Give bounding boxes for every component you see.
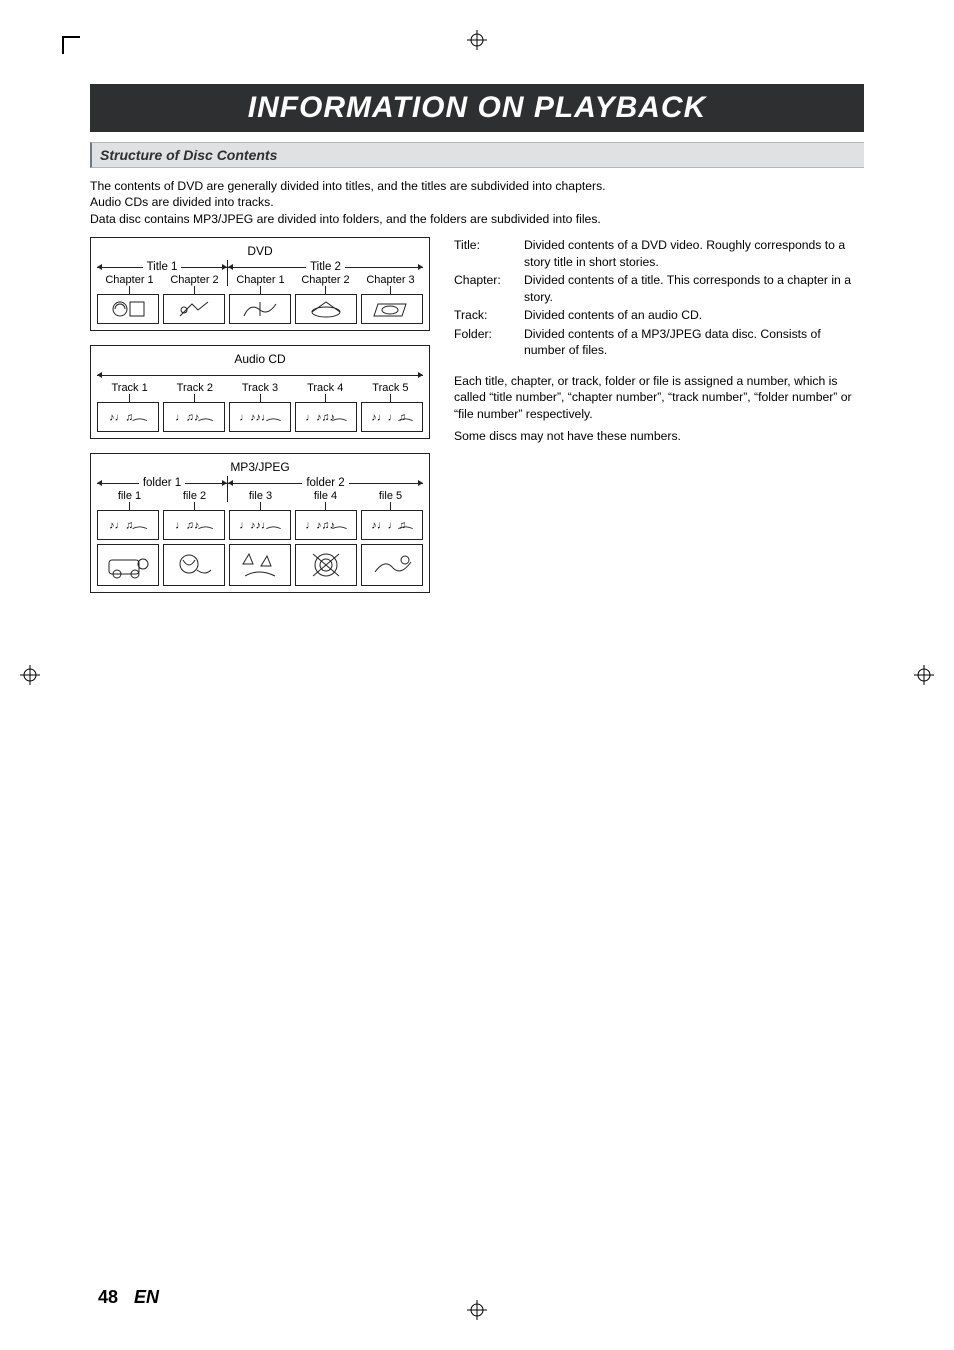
file-label: file 2 xyxy=(162,490,227,502)
track-label: Track 2 xyxy=(162,382,227,394)
illustration-icon xyxy=(97,294,159,324)
illustration-icon xyxy=(163,544,225,586)
music-notes-icon: ♪♩♩♫ xyxy=(361,510,423,540)
section-heading: Structure of Disc Contents xyxy=(90,142,864,168)
intro-line: The contents of DVD are generally divide… xyxy=(90,178,864,194)
music-notes-icon: ♩♫♪ xyxy=(163,510,225,540)
note-paragraph: Each title, chapter, or track, folder or… xyxy=(454,373,864,422)
svg-text:♩♪♫♪: ♩♪♫♪ xyxy=(305,520,335,532)
svg-text:♪♩♫: ♪♩♫ xyxy=(109,412,133,424)
definition-label: Title: xyxy=(454,237,524,270)
definitions-table: Title: Divided contents of a DVD video. … xyxy=(454,237,864,358)
folder-group-label: folder 1 xyxy=(139,477,185,489)
svg-text:♩♫♪: ♩♫♪ xyxy=(175,412,199,424)
file-label: file 4 xyxy=(293,490,358,502)
illustration-icon xyxy=(163,294,225,324)
illustration-icon xyxy=(361,294,423,324)
registration-mark-icon xyxy=(914,665,934,685)
svg-text:♩♫♪: ♩♫♪ xyxy=(175,520,199,532)
definition-text: Divided contents of a DVD video. Roughly… xyxy=(524,237,864,270)
music-notes-icon: ♩♪♪♩ xyxy=(229,510,291,540)
intro-line: Data disc contains MP3/JPEG are divided … xyxy=(90,211,864,227)
registration-mark-icon xyxy=(20,665,40,685)
title-group-label: Title 1 xyxy=(143,261,182,273)
definition-label: Track: xyxy=(454,307,524,323)
diagram-title: MP3/JPEG xyxy=(97,460,423,474)
music-notes-icon: ♪♩♫ xyxy=(97,510,159,540)
dvd-diagram: DVD Title 1 Title 2 Chapter 1 Chapter 2 … xyxy=(90,237,430,331)
track-label: Track 1 xyxy=(97,382,162,394)
music-notes-icon: ♩♫♪ xyxy=(163,402,225,432)
crop-mark xyxy=(62,36,80,54)
text-column: Title: Divided contents of a DVD video. … xyxy=(454,237,864,607)
illustration-icon xyxy=(295,294,357,324)
registration-mark-icon xyxy=(467,30,487,50)
track-label: Track 4 xyxy=(293,382,358,394)
track-label: Track 5 xyxy=(358,382,423,394)
title-group-label: Title 2 xyxy=(306,261,345,273)
definition-text: Divided contents of a title. This corres… xyxy=(524,272,864,305)
intro-paragraph: The contents of DVD are generally divide… xyxy=(90,178,864,227)
svg-text:♩♪♫♪: ♩♪♫♪ xyxy=(305,412,335,424)
definition-label: Folder: xyxy=(454,326,524,359)
illustration-icon xyxy=(229,544,291,586)
file-label: file 5 xyxy=(358,490,423,502)
music-notes-icon: ♪♩♩♫ xyxy=(361,402,423,432)
registration-mark-icon xyxy=(467,1300,487,1320)
diagrams-column: DVD Title 1 Title 2 Chapter 1 Chapter 2 … xyxy=(90,237,430,607)
svg-text:♩♪♪♩: ♩♪♪♩ xyxy=(239,520,271,532)
mp3-jpeg-diagram: MP3/JPEG folder 1 folder 2 file 1 file 2… xyxy=(90,453,430,593)
diagram-title: DVD xyxy=(97,244,423,258)
diagram-title: Audio CD xyxy=(97,352,423,366)
chapter-label: Chapter 1 xyxy=(227,274,293,286)
intro-line: Audio CDs are divided into tracks. xyxy=(90,194,864,210)
language-code: EN xyxy=(134,1287,159,1308)
illustration-icon xyxy=(229,294,291,324)
page-footer: 48 EN xyxy=(98,1287,159,1308)
music-notes-icon: ♩♪♪♩ xyxy=(229,402,291,432)
file-label: file 1 xyxy=(97,490,162,502)
track-label: Track 3 xyxy=(227,382,292,394)
music-notes-icon: ♩♪♫♪ xyxy=(295,402,357,432)
illustration-icon xyxy=(361,544,423,586)
page-title: INFORMATION ON PLAYBACK xyxy=(248,91,707,125)
page-title-band: INFORMATION ON PLAYBACK xyxy=(90,84,864,132)
definition-text: Divided contents of an audio CD. xyxy=(524,307,864,323)
illustration-icon xyxy=(295,544,357,586)
music-notes-icon: ♩♪♫♪ xyxy=(295,510,357,540)
chapter-label: Chapter 2 xyxy=(162,274,227,286)
chapter-label: Chapter 2 xyxy=(293,274,358,286)
definition-text: Divided contents of a MP3/JPEG data disc… xyxy=(524,326,864,359)
svg-text:♪♩♩♫: ♪♩♩♫ xyxy=(371,412,406,424)
music-notes-icon: ♪♩♫ xyxy=(97,402,159,432)
note-paragraph: Some discs may not have these numbers. xyxy=(454,428,864,444)
svg-text:♪♩♩♫: ♪♩♩♫ xyxy=(371,520,406,532)
page-number: 48 xyxy=(98,1287,118,1308)
chapter-label: Chapter 3 xyxy=(358,274,423,286)
folder-group-label: folder 2 xyxy=(302,477,348,489)
illustration-icon xyxy=(97,544,159,586)
svg-text:♩♪♪♩: ♩♪♪♩ xyxy=(239,412,271,424)
svg-text:♪♩♫: ♪♩♫ xyxy=(109,520,133,532)
file-label: file 3 xyxy=(227,490,293,502)
definition-label: Chapter: xyxy=(454,272,524,305)
audio-cd-diagram: Audio CD Track 1 Track 2 Track 3 Track 4… xyxy=(90,345,430,439)
chapter-label: Chapter 1 xyxy=(97,274,162,286)
